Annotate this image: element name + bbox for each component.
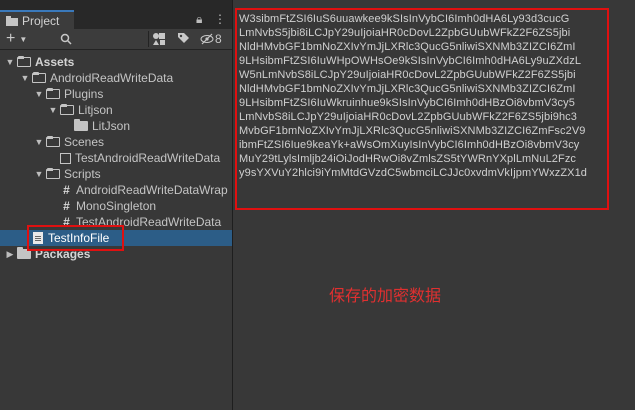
tab-project[interactable]: Project	[0, 10, 74, 29]
data-line: MvbGF1bmNoZXIvYmJjLXRlc3QucG5nliwiSXNMb3…	[239, 125, 586, 137]
data-line: NldHMvbGF1bmNoZXIvYmJjLXRlc3QucG5nliwiSX…	[239, 83, 576, 95]
plus-icon: +	[6, 30, 16, 47]
eye-slash-icon	[200, 33, 214, 45]
expand-arrow-icon[interactable]: ▶	[5, 249, 15, 260]
tree-item-label: Assets	[35, 55, 75, 69]
folder-open-icon	[32, 72, 46, 83]
data-line: NldHMvbGF1bmNoZXIvYmJjLXRlc3QucG5nliwiSX…	[239, 41, 576, 53]
folder-icon	[6, 15, 18, 26]
project-panel: Project 🔒︎ ⋮ + ▼ 8 ▼ Assets ▼ AndroidRea…	[0, 0, 262, 410]
tree-item-label: AndroidReadWriteData	[50, 71, 174, 85]
folder-open-icon	[46, 168, 60, 179]
tree-item-scenes[interactable]: ▼ Scenes	[0, 134, 266, 150]
annotation-caption: 保存的加密数据	[329, 286, 442, 305]
tab-label: Project	[22, 13, 60, 28]
project-toolbar: + ▼ 8	[0, 29, 232, 50]
data-line: W5nLmNvbS8iLCJpY29uIjoiaHR0cDovL2ZpbGUub…	[239, 69, 576, 81]
csharp-script-icon: #	[63, 183, 70, 197]
tree-item-label: Plugins	[64, 87, 104, 101]
data-line: W3sibmFtZSI6IuS6uuawkee9kSIsInVybCI6Imh0…	[239, 13, 570, 25]
tree-item-label: Scenes	[64, 135, 105, 149]
tree-item-label: TestAndroidReadWriteData	[75, 151, 221, 165]
data-line: y9sYXVuY2hlci9iYmMtdGVzdC5wbmciLCJJc0xvd…	[239, 167, 588, 179]
tree-item-plugins[interactable]: ▼ Plugins	[0, 86, 266, 102]
expand-arrow-icon[interactable]: ▼	[48, 105, 58, 115]
data-line: LmNvbS5jbi8iLCJpY29uIjoiaHR0cDovL2ZpbGUu…	[239, 27, 571, 39]
annotation-highlight-box	[27, 225, 124, 251]
folder-open-icon	[46, 88, 60, 99]
search-icon[interactable]	[60, 33, 72, 45]
data-line: ibmFtZSI6Iue9keaYk+aWsOmXuyIsInVybCI6Imh…	[239, 139, 580, 151]
tab-strip: Project 🔒︎ ⋮	[0, 0, 232, 29]
lock-icon[interactable]: 🔒︎	[196, 12, 202, 27]
tree-item-androidreadwritedata[interactable]: ▼ AndroidReadWriteData	[0, 70, 252, 86]
encrypted-data-box: W3sibmFtZSI6IuS6uuawkee9kSIsInVybCI6Imh0…	[235, 8, 609, 210]
folder-open-icon	[46, 136, 60, 147]
expand-arrow-icon[interactable]: ▼	[20, 73, 30, 83]
data-line: 9LHsibmFtZSI6IuWHpOWHsOe9kSIsInVybCI6Imh…	[239, 55, 582, 67]
chevron-down-icon: ▼	[19, 34, 28, 44]
label-tag-icon[interactable]	[177, 32, 190, 45]
expand-arrow-icon[interactable]: ▼	[34, 169, 44, 179]
hidden-count: 8	[215, 32, 222, 46]
csharp-script-icon: #	[63, 199, 70, 213]
tree-item-scripts[interactable]: ▼ Scripts	[0, 166, 266, 182]
filter-by-type-icon[interactable]	[152, 32, 166, 46]
data-line: LmNvbS8iLCJpY29uIjoiaHR0cDovL2ZpbGUubWFk…	[239, 111, 577, 123]
tree-item-label: Scripts	[64, 167, 101, 181]
plugin-icon	[74, 119, 88, 131]
tree-item-assets[interactable]: ▼ Assets	[0, 54, 237, 70]
inspector-text-preview: W3sibmFtZSI6IuS6uuawkee9kSIsInVybCI6Imh0…	[233, 0, 635, 410]
folder-open-icon	[60, 104, 74, 115]
folder-open-icon	[17, 56, 31, 67]
expand-arrow-icon[interactable]: ▼	[5, 57, 15, 67]
tree-item-label: AndroidReadWriteDataWrap	[76, 183, 228, 197]
tree-item-label: MonoSingleton	[76, 199, 157, 213]
tree-item-label: LitJson	[92, 119, 131, 133]
toolbar-divider	[148, 31, 149, 47]
expand-arrow-icon[interactable]: ▼	[34, 89, 44, 99]
kebab-menu-icon[interactable]: ⋮	[214, 12, 226, 26]
create-button[interactable]: + ▼	[6, 30, 28, 47]
tree-item-label: Litjson	[78, 103, 113, 117]
data-line: MuY29tLylsImljb24iOiJodHRwOi8vZmlsZS5tYW…	[239, 153, 577, 165]
scene-icon	[60, 152, 71, 164]
data-line: 9LHsibmFtZSI6IuWkruinhue9kSIsInVybCI6Imh…	[239, 97, 575, 109]
hidden-packages-toggle[interactable]: 8	[200, 31, 222, 47]
expand-arrow-icon[interactable]: ▼	[34, 137, 44, 147]
